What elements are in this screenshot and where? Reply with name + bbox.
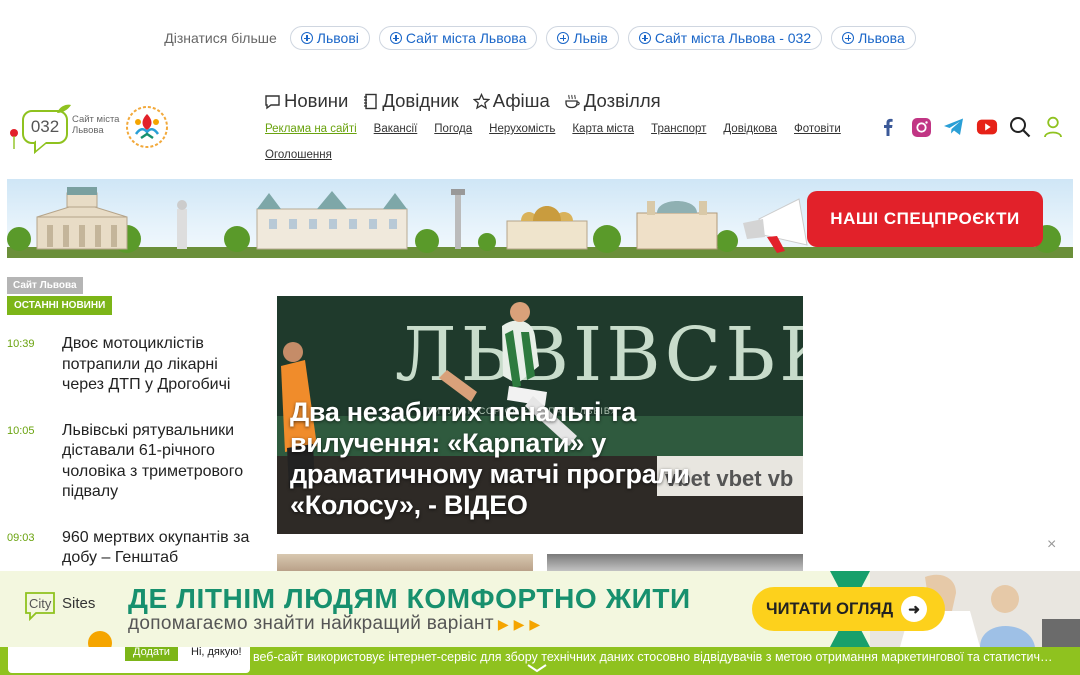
sub-nav-classifieds[interactable]: Оголошення	[265, 147, 332, 163]
cookie-text: веб-сайт використовує інтернет-сервіс дл…	[253, 650, 1058, 664]
arrows-icon: ▶▶▶	[497, 616, 546, 632]
cookie-accept-button[interactable]: Додати	[125, 647, 178, 661]
special-projects-banner[interactable]: НАШІ СПЕЦПРОЄКТИ	[7, 179, 1073, 258]
learn-more-pill-site-032[interactable]: Сайт міста Львова - 032	[627, 26, 823, 50]
learn-more-bar: Дізнатися більше Львові Сайт міста Львов…	[0, 25, 1080, 51]
plus-circle-icon	[557, 32, 570, 44]
chevron-down-icon[interactable]	[526, 663, 548, 673]
learn-more-pill-lvovi[interactable]: Львові	[289, 26, 370, 50]
plus-circle-icon	[638, 32, 651, 44]
sub-nav-weather[interactable]: Погода	[434, 121, 472, 137]
city-sites-logo: City Sites	[25, 592, 95, 622]
user-icon[interactable]	[1042, 116, 1064, 138]
learn-more-pill-lvova[interactable]: Львова	[831, 26, 916, 50]
youtube-icon[interactable]	[976, 116, 998, 138]
learn-more-pill-lviv[interactable]: Львів	[546, 26, 619, 50]
plus-circle-icon	[842, 32, 855, 44]
sub-nav-transport[interactable]: Транспорт	[651, 121, 706, 137]
main-nav: Новини Довідник Афіша Дозвілля	[264, 90, 661, 112]
news-time: 10:39	[7, 338, 35, 350]
logo-text: Сайт міста Львова	[72, 114, 120, 136]
sub-nav-vacancies[interactable]: Вакансії	[374, 121, 418, 137]
sub-nav-real-estate[interactable]: Нерухомість	[489, 121, 555, 137]
featured-story[interactable]: ЛЬВІВСЬКЕ ТИТУЛЬН СОР ФК «КАРПАТИ ЛЬВІВ»…	[277, 296, 803, 534]
decor-dot	[88, 631, 112, 647]
search-icon[interactable]	[1009, 116, 1031, 138]
ad-headline: ДЕ ЛІТНІМ ЛЮДЯМ КОМФОРТНО ЖИТИ	[128, 583, 691, 614]
cookie-decline-button[interactable]: Ні, дякую!	[191, 647, 242, 661]
plus-circle-icon	[389, 32, 402, 44]
arrow-right-icon: ➜	[901, 596, 928, 622]
nav-directory[interactable]: Довідник	[362, 90, 459, 112]
sub-nav: Реклама на сайті Вакансії Погода Нерухом…	[265, 121, 845, 163]
telegram-icon[interactable]	[943, 116, 965, 138]
cookie-bar: Додати Ні, дякую! веб-сайт використовує …	[0, 647, 1080, 675]
learn-more-pill-site[interactable]: Сайт міста Львова	[378, 26, 538, 50]
news-title[interactable]: Двоє мотоциклістів потрапили до лікарні …	[62, 334, 257, 396]
notebook-icon	[364, 93, 378, 109]
bottom-ad[interactable]: City Sites ДЕ ЛІТНІМ ЛЮДЯМ КОМФОРТНО ЖИТ…	[0, 571, 1080, 647]
emblem-icon	[126, 106, 168, 148]
ad-subline: допомагаємо знайти найкращий варіант ▶▶▶	[128, 613, 546, 634]
site-logo[interactable]: 032 Сайт міста Львова	[8, 104, 120, 152]
learn-more-label: Дізнатися більше	[164, 30, 277, 46]
nav-afisha[interactable]: Афіша	[472, 90, 550, 112]
nav-leisure[interactable]: Дозвілля	[564, 90, 661, 112]
latest-news-list: 10:39 Двоє мотоциклістів потрапили до лі…	[7, 334, 257, 594]
news-title[interactable]: Львівські рятувальники діставали 61-річн…	[62, 421, 257, 503]
chat-icon	[265, 94, 280, 109]
star-icon	[472, 92, 490, 109]
special-projects-button[interactable]: НАШІ СПЕЦПРОЄКТИ	[807, 191, 1043, 247]
plus-circle-icon	[300, 32, 313, 44]
facebook-icon[interactable]	[877, 116, 899, 138]
flower-icon	[10, 129, 18, 149]
sub-nav-reference[interactable]: Довідкова	[723, 121, 777, 137]
list-item[interactable]: 10:39 Двоє мотоциклістів потрапили до лі…	[7, 334, 257, 396]
cup-icon	[565, 94, 580, 108]
sub-nav-photos[interactable]: Фотовіти	[794, 121, 841, 137]
logo-number: 032	[22, 110, 68, 144]
read-review-button[interactable]: ЧИТАТИ ОГЛЯД ➜	[752, 587, 945, 631]
instagram-icon[interactable]	[910, 116, 932, 138]
sub-nav-city-map[interactable]: Карта міста	[572, 121, 634, 137]
latest-news-tag[interactable]: ОСТАННІ НОВИНИ	[7, 296, 113, 315]
social-links	[877, 116, 1064, 138]
news-title[interactable]: 960 мертвих окупантів за добу – Генштаб	[62, 528, 257, 569]
close-ad-button[interactable]: ×	[1047, 536, 1056, 554]
nav-news[interactable]: Новини	[264, 90, 348, 112]
list-item[interactable]: 09:03 960 мертвих окупантів за добу – Ге…	[7, 528, 257, 569]
ad-logo-city: City	[29, 596, 52, 611]
list-item[interactable]: 10:05 Львівські рятувальники діставали 6…	[7, 421, 257, 503]
featured-headline[interactable]: Два незабитих пенальті та вилучення: «Ка…	[290, 397, 790, 521]
sub-nav-advertising[interactable]: Реклама на сайті	[265, 121, 357, 137]
ad-logo-sites: Sites	[62, 595, 95, 612]
news-time: 10:05	[7, 424, 35, 437]
site-tag[interactable]: Сайт Львова	[7, 277, 83, 294]
news-time: 09:03	[7, 531, 35, 544]
